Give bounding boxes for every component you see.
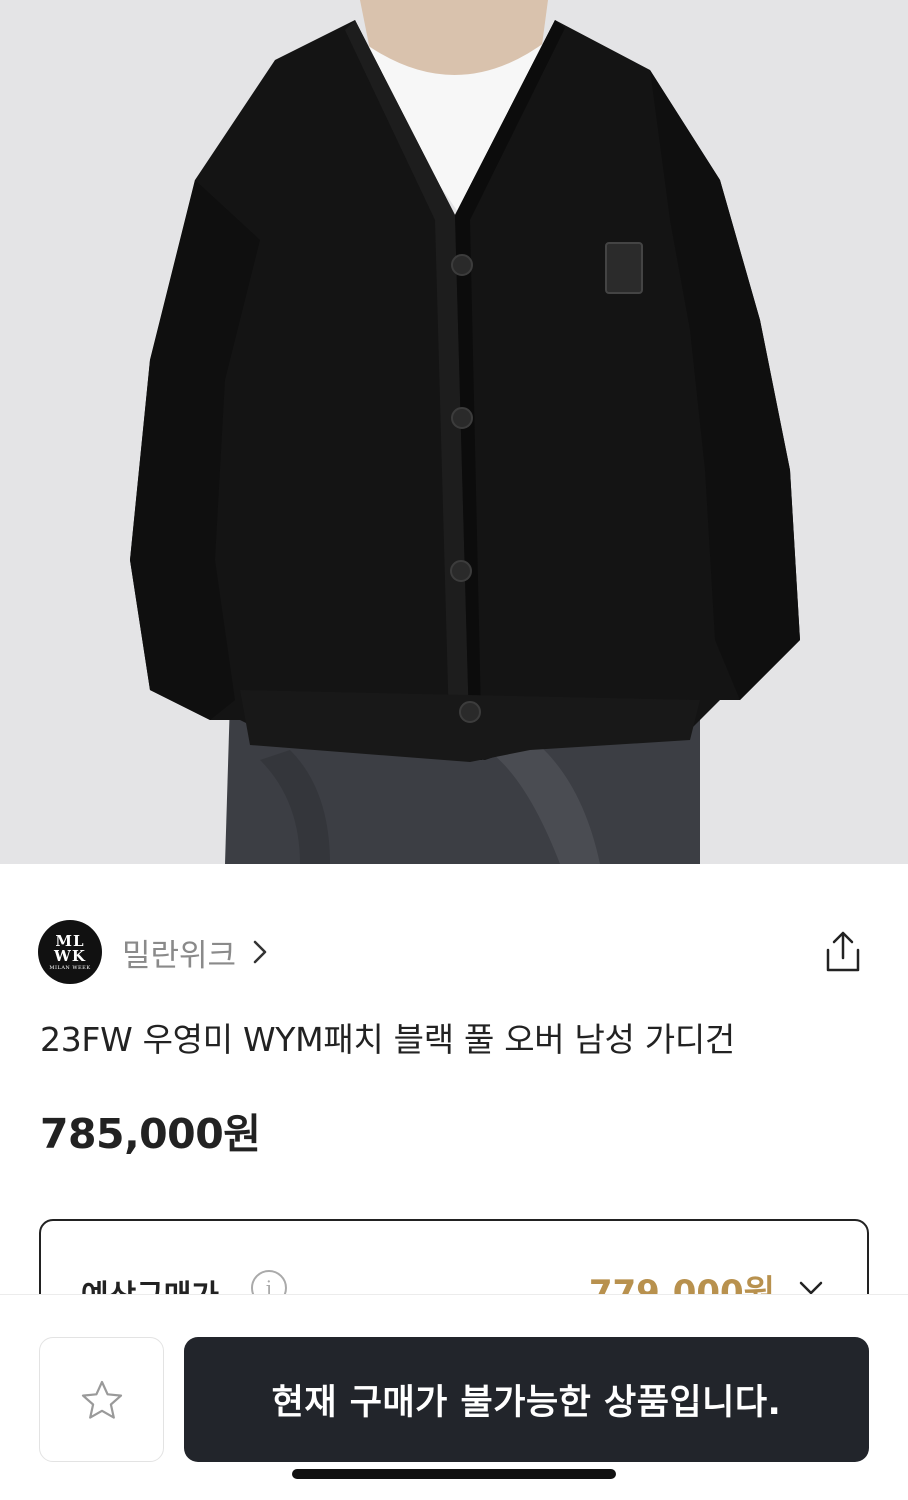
home-indicator xyxy=(292,1469,616,1479)
seller-row[interactable]: ML WK MILAN WEEK 밀란위크 xyxy=(38,918,270,986)
seller-logo-line3: MILAN WEEK xyxy=(49,964,91,971)
seller-logo: ML WK MILAN WEEK xyxy=(38,920,102,984)
chevron-right-icon[interactable] xyxy=(250,937,270,967)
product-title: 23FW 우영미 WYM패치 블랙 풀 오버 남성 가디건 xyxy=(40,1020,735,1059)
seller-name[interactable]: 밀란위크 xyxy=(122,930,236,975)
share-icon[interactable] xyxy=(822,930,864,974)
bottom-action-bar: 현재 구매가 불가능한 상품입니다. xyxy=(0,1294,908,1500)
buy-button[interactable]: 현재 구매가 불가능한 상품입니다. xyxy=(184,1337,869,1462)
wishlist-button[interactable] xyxy=(39,1337,164,1462)
product-price: 785,000원 xyxy=(40,1110,261,1158)
product-image xyxy=(0,0,908,864)
product-photo xyxy=(0,0,908,864)
seller-logo-line2: WK xyxy=(54,946,86,965)
star-icon xyxy=(81,1380,122,1419)
